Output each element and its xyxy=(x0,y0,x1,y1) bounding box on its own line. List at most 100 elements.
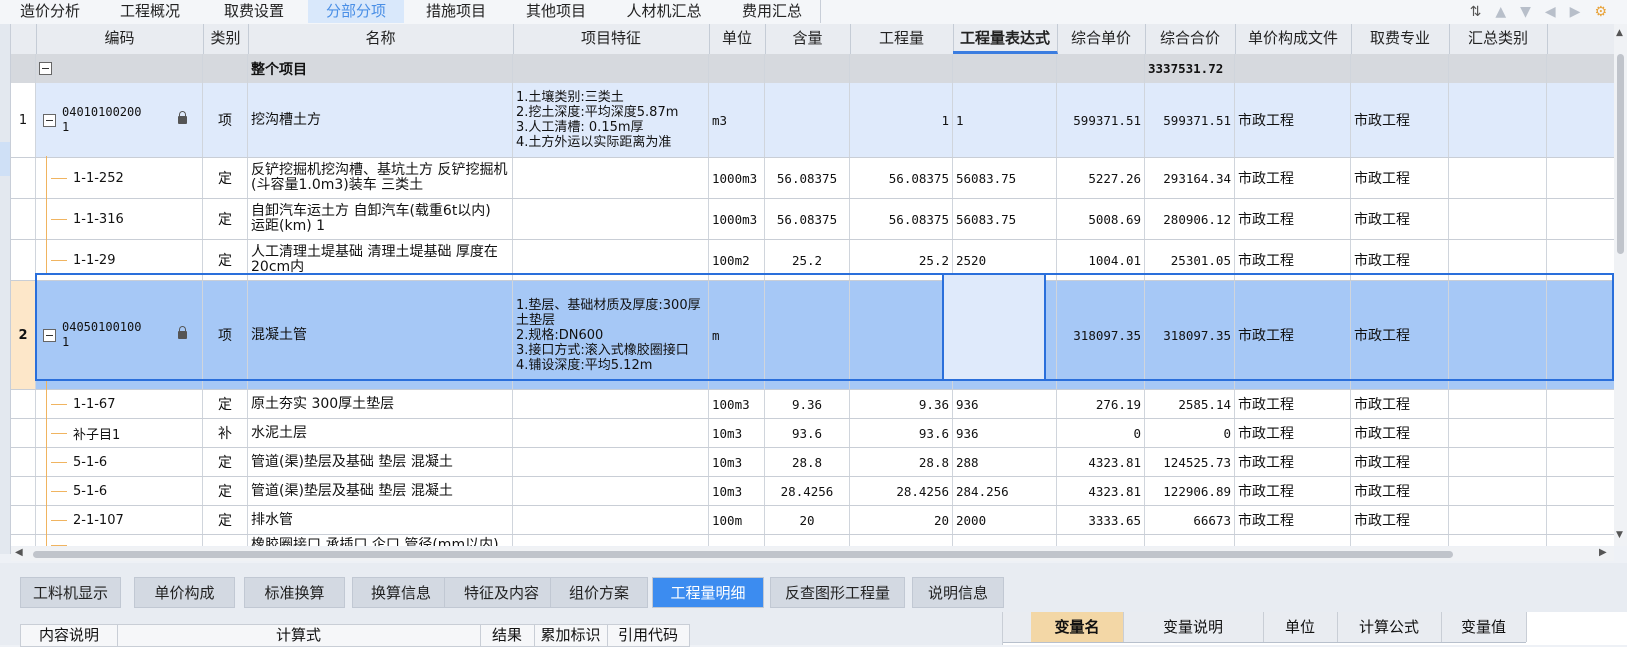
scroll-up-icon[interactable]: ▲ xyxy=(1616,28,1623,38)
cell-unit[interactable] xyxy=(709,535,765,546)
cell-fee-major[interactable]: 市政工程 xyxy=(1351,199,1449,239)
arrow-down-icon[interactable]: ▼ xyxy=(1520,4,1531,20)
cell-summary-category[interactable] xyxy=(1449,477,1547,505)
cell-quantity[interactable]: 1 xyxy=(850,281,953,389)
cell-fee-major[interactable]: 市政工程 xyxy=(1351,448,1449,476)
cell-unit-price[interactable]: 599371.51 xyxy=(1057,83,1145,157)
cell-feature[interactable] xyxy=(513,448,709,476)
cell-unit-price[interactable]: 3333.65 xyxy=(1057,506,1145,534)
cell-code[interactable]: 04050100100 1 xyxy=(36,281,203,389)
cell-type[interactable]: 定 xyxy=(203,506,248,534)
cell-content[interactable] xyxy=(765,83,850,157)
quota-row[interactable]: 1-1-252 定反铲挖掘机挖沟槽、基坑土方 反铲挖掘机(斗容量1.0m3)装车 … xyxy=(11,158,1614,199)
btab-quantity-detail[interactable]: 工程量明细 xyxy=(652,577,764,608)
cell-name[interactable]: 挖沟槽土方 xyxy=(248,83,513,157)
cell-name[interactable]: 水泥土层 xyxy=(248,419,513,447)
cell-code[interactable]: 5-1-6 xyxy=(36,448,203,476)
collapse-icon[interactable] xyxy=(43,328,56,342)
vcol-formula[interactable]: 计算公式 xyxy=(1337,612,1442,642)
cell-summary-category[interactable] xyxy=(1449,506,1547,534)
cell-name[interactable]: 反铲挖掘机挖沟槽、基坑土方 反铲挖掘机(斗容量1.0m3)装车 三类土 xyxy=(248,158,513,198)
col-quantity[interactable]: 工程量 xyxy=(850,24,954,54)
cell-feature[interactable]: 1.垫层、基础材质及厚度:300厚土垫层 2.规格:DN600 3.接口方式:滚入式… xyxy=(513,281,709,389)
cell-unit[interactable]: m xyxy=(709,281,765,389)
cell-name[interactable]: 管道(渠)垫层及基础 垫层 混凝土 xyxy=(248,477,513,505)
cell-price-file[interactable]: 市政工程 xyxy=(1235,199,1351,239)
cell-name[interactable]: 混凝土管 xyxy=(248,281,513,389)
cell-fee-major[interactable]: 市政工程 xyxy=(1351,83,1449,157)
cell-total-price[interactable]: 293164.34 xyxy=(1145,158,1235,198)
cell-type[interactable]: 项 xyxy=(203,83,248,157)
cell-content[interactable] xyxy=(765,281,850,389)
cell-quantity[interactable]: 28.4256 xyxy=(850,477,953,505)
btab-description[interactable]: 说明信息 xyxy=(912,577,1004,608)
cell-name[interactable]: 橡胶圈接口 承插口 企口 管径(mm以内) xyxy=(248,535,513,546)
quota-row[interactable]: 5-1-6 定管道(渠)垫层及基础 垫层 混凝土 10m3 28.4256 28.425… xyxy=(11,477,1614,506)
cell-content[interactable]: 25.2 xyxy=(765,240,850,280)
cell-code[interactable] xyxy=(36,535,203,546)
cell-total-price[interactable] xyxy=(1145,535,1235,546)
cell-feature[interactable] xyxy=(513,506,709,534)
bill-item-row[interactable]: 1 04010100200 1 项挖沟槽土方 1.土壤类别:三类土 2.挖土深度:平均深度… xyxy=(11,83,1614,158)
tab-items[interactable]: 分部分项 xyxy=(308,0,405,23)
cell-unit-price[interactable]: 318097.35 xyxy=(1057,281,1145,389)
cell-type[interactable]: 定 xyxy=(203,240,248,280)
cell-type[interactable]: 定 xyxy=(203,390,248,418)
row-number[interactable] xyxy=(11,240,36,280)
quota-row[interactable]: 1-1-29 定人工清理土堤基础 清理土堤基础 厚度在20cm内 100m2 25.2… xyxy=(11,240,1614,281)
cell-unit-price[interactable]: 1004.01 xyxy=(1057,240,1145,280)
dcol-formula[interactable]: 计算式 xyxy=(117,625,481,646)
arrow-left-icon[interactable]: ◀ xyxy=(1545,4,1556,20)
vertical-scroll-thumb[interactable] xyxy=(1617,54,1624,254)
settings-icon[interactable]: ⚙ xyxy=(1594,4,1607,20)
cell-quantity[interactable]: 20 xyxy=(850,506,953,534)
cell-name[interactable]: 原土夯实 300厚土垫层 xyxy=(248,390,513,418)
dcol-accumulate[interactable]: 累加标识 xyxy=(534,625,608,646)
cell-unit[interactable]: 100m2 xyxy=(709,240,765,280)
cell-unit[interactable]: 10m3 xyxy=(709,477,765,505)
cell-price-file[interactable] xyxy=(1235,535,1351,546)
cell-quantity-expression[interactable]: 284.256 xyxy=(953,477,1057,505)
cell-name[interactable]: 管道(渠)垫层及基础 垫层 混凝土 xyxy=(248,448,513,476)
cell-quantity[interactable]: 9.36 xyxy=(850,390,953,418)
cell-unit-price[interactable] xyxy=(1057,535,1145,546)
cell-unit[interactable]: 1000m3 xyxy=(709,158,765,198)
cell-code[interactable]: 1-1-316 xyxy=(36,199,203,239)
sort-icon[interactable]: ⇅ xyxy=(1470,4,1482,20)
cell-quantity-expression[interactable]: 936 xyxy=(953,419,1057,447)
col-unit[interactable]: 单位 xyxy=(709,24,766,54)
cell-total-price[interactable]: 0 xyxy=(1145,419,1235,447)
cell-feature[interactable] xyxy=(513,390,709,418)
cell-feature[interactable] xyxy=(513,535,709,546)
cell-quantity-expression[interactable]: 56083.75 xyxy=(953,199,1057,239)
cell-code[interactable]: 1-1-67 xyxy=(36,390,203,418)
tab-measures[interactable]: 措施项目 xyxy=(404,0,509,23)
row-number[interactable]: 1 xyxy=(11,83,36,157)
cell-type[interactable]: 补 xyxy=(203,419,248,447)
cell-fee-major[interactable]: 市政工程 xyxy=(1351,419,1449,447)
scroll-right-icon[interactable]: ▶ xyxy=(1599,547,1607,558)
tab-fee-settings[interactable]: 取费设置 xyxy=(200,0,309,23)
cell-unit-price[interactable]: 5008.69 xyxy=(1057,199,1145,239)
scroll-down-icon[interactable]: ▼ xyxy=(1616,530,1623,540)
cell-total-price[interactable]: 318097.35 xyxy=(1145,281,1235,389)
vcol-unit[interactable]: 单位 xyxy=(1263,612,1338,642)
col-code[interactable]: 编码 xyxy=(36,24,204,54)
cell-fee-major[interactable]: 市政工程 xyxy=(1351,240,1449,280)
cell-summary-category[interactable] xyxy=(1449,535,1547,546)
cell-summary-category[interactable] xyxy=(1449,419,1547,447)
cell-feature[interactable] xyxy=(513,158,709,198)
collapse-icon[interactable] xyxy=(39,62,52,75)
col-summary-category[interactable]: 汇总类别 xyxy=(1449,24,1548,54)
quota-row[interactable]: 补子目1 补水泥土层 10m3 93.6 93.6 936 0 0 市政工程 市政工程 xyxy=(11,419,1614,448)
cell-summary-category[interactable] xyxy=(1449,448,1547,476)
cell-name[interactable]: 人工清理土堤基础 清理土堤基础 厚度在20cm内 xyxy=(248,240,513,280)
cell-unit[interactable]: 10m3 xyxy=(709,448,765,476)
btab-reverse-quantity[interactable]: 反查图形工程量 xyxy=(770,577,905,608)
btab-features[interactable]: 特征及内容 xyxy=(444,577,559,608)
cell-code[interactable]: 04010100200 1 xyxy=(36,83,203,157)
dcol-result[interactable]: 结果 xyxy=(480,625,535,646)
cell-feature[interactable] xyxy=(513,240,709,280)
cell-total-price[interactable]: 2585.14 xyxy=(1145,390,1235,418)
row-number[interactable] xyxy=(11,477,36,505)
